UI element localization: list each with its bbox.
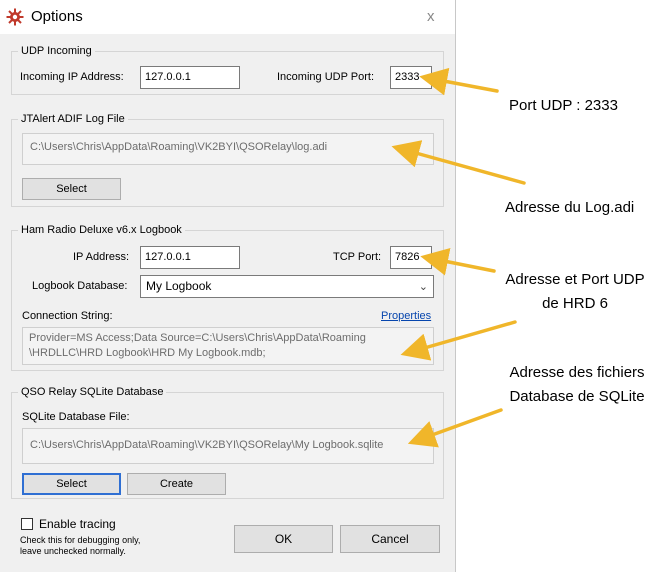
arrow-left-icon: [391, 140, 526, 185]
arrow-left-icon: [400, 320, 517, 361]
annotation-sqlite-line-2: Database de SQLite: [509, 388, 645, 405]
arrow-left-icon: [419, 67, 499, 96]
arrow-left-icon: [420, 248, 496, 276]
annotation-hrd: Adresse et Port UDP de HRD 6: [500, 268, 650, 316]
annotation-adresse-log: Adresse du Log.adi: [505, 199, 635, 216]
annotation-port-udp: Port UDP : 2333: [509, 97, 618, 114]
annotation-hrd-line-2: de HRD 6: [542, 295, 608, 312]
annotation-sqlite: Adresse des fichiers Database de SQLite: [497, 361, 657, 409]
annotation-hrd-line-1: Adresse et Port UDP: [505, 271, 645, 288]
arrow-left-icon: [407, 408, 503, 448]
annotation-sqlite-line-1: Adresse des fichiers: [509, 364, 645, 381]
